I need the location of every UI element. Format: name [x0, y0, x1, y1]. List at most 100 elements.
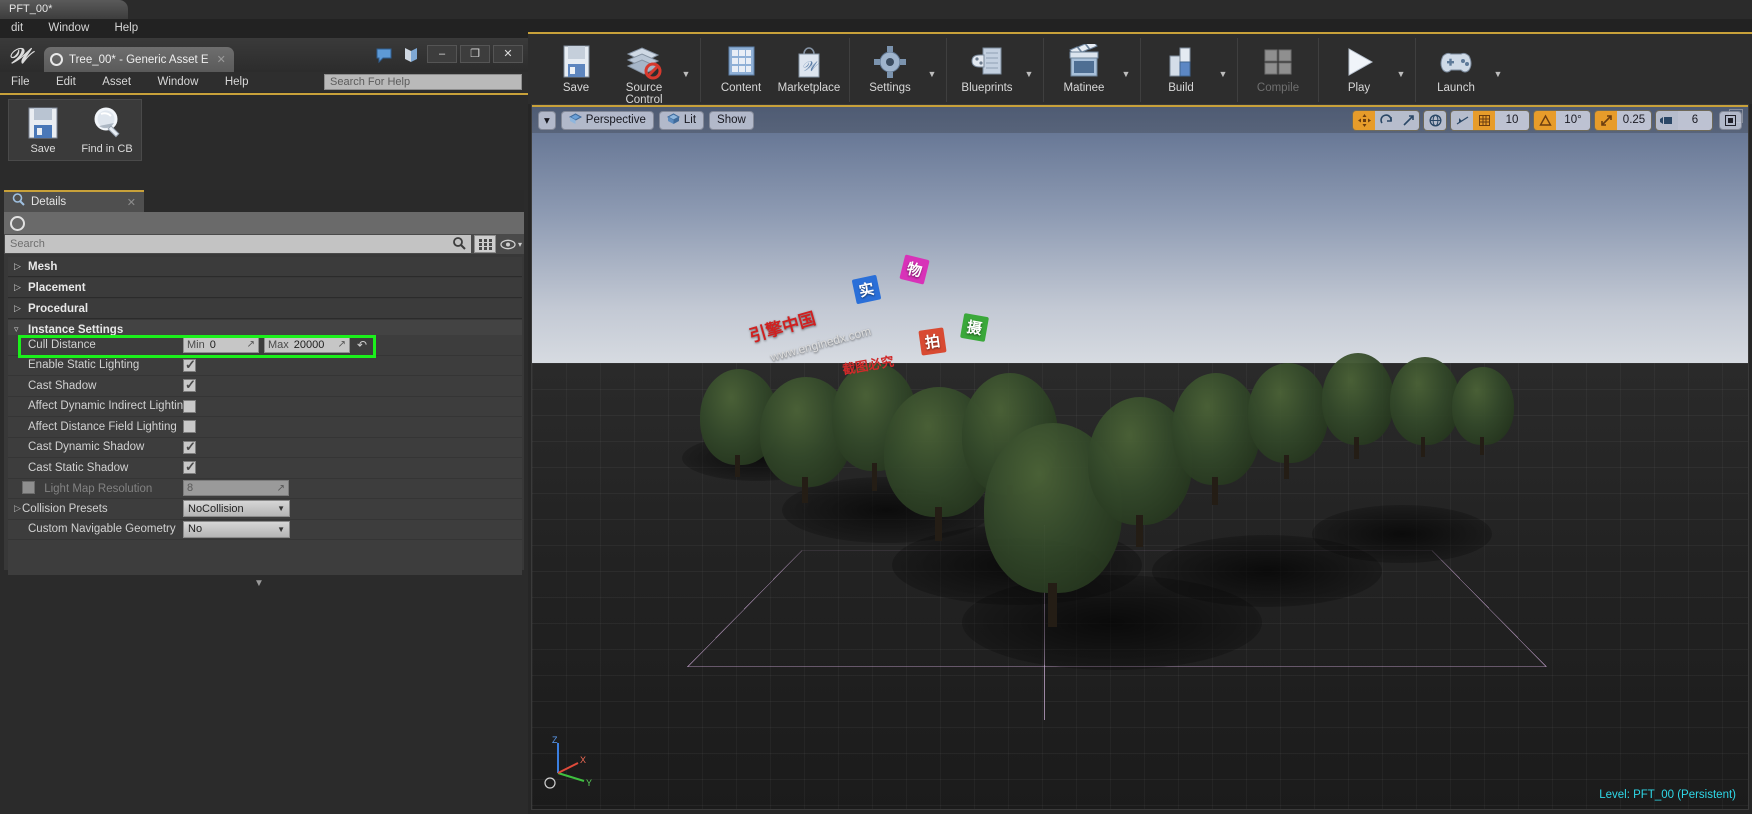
toolbar-marketplace-button[interactable]: 𝒲 Marketplace	[775, 38, 843, 94]
property-row-affect-dynamic-indirect-lighting[interactable]: Affect Dynamic Indirect Lighting	[8, 397, 522, 417]
spinner-icon[interactable]: ↗	[338, 339, 346, 350]
play-triangle-icon	[1325, 42, 1393, 82]
property-row-custom-navigable-geometry[interactable]: Custom Navigable Geometry No ▼	[8, 520, 522, 540]
asset-save-button[interactable]: Save	[15, 104, 71, 155]
coordinate-system-group	[1423, 109, 1447, 131]
matinee-chevron-down-icon[interactable]: ▼	[1118, 69, 1134, 79]
menu-edit[interactable]: Edit	[45, 72, 87, 92]
camera-speed-icon[interactable]	[1656, 110, 1678, 130]
affect-dynamic-indirect-lighting-checkbox[interactable]	[183, 399, 196, 413]
details-tab-close-icon[interactable]: ✕	[127, 196, 136, 209]
menu-asset[interactable]: Asset	[91, 72, 142, 92]
lock-circle-icon[interactable]	[10, 216, 25, 231]
scale-snap-icon[interactable]	[1595, 110, 1617, 130]
category-mesh[interactable]: ▷ Mesh	[8, 257, 522, 277]
toolbar-compile-label: Compile	[1256, 82, 1300, 94]
documentation-icon[interactable]	[402, 46, 420, 64]
close-button[interactable]: ✕	[493, 45, 523, 63]
viewport-view-mode-menu[interactable]: Lit	[658, 110, 705, 130]
minimize-button[interactable]: –	[427, 45, 457, 63]
select-move-icon[interactable]	[1353, 110, 1375, 130]
grid-snap-value[interactable]: 10	[1495, 110, 1529, 130]
toolbar-content-button[interactable]: Content	[707, 38, 775, 94]
property-row-enable-static-lighting[interactable]: Enable Static Lighting	[8, 356, 522, 376]
tree-trunk	[1048, 583, 1057, 627]
settings-chevron-down-icon[interactable]: ▼	[924, 69, 940, 79]
cast-dynamic-shadow-checkbox[interactable]	[183, 439, 196, 455]
cull-distance-max-field[interactable]: Max 20000 ↗	[264, 336, 350, 353]
help-search-input[interactable]: Search For Help	[324, 74, 522, 90]
property-row-cast-shadow[interactable]: Cast Shadow	[8, 376, 522, 397]
light-map-resolution-checkbox[interactable]	[22, 481, 35, 495]
level-viewport[interactable]: 实 物 拍 摄 引擎中国 www.enginedx.com 截图必究 Z Y X…	[531, 104, 1749, 810]
find-in-content-browser-button[interactable]: Find in CB	[79, 104, 135, 155]
property-row-light-map-resolution: Light Map Resolution 8 ↗	[8, 479, 522, 499]
rotate-icon[interactable]	[1375, 110, 1397, 130]
cast-static-shadow-checkbox[interactable]	[183, 459, 196, 475]
cull-distance-min-field[interactable]: Min 0 ↗	[183, 336, 259, 353]
grid-snap-icon[interactable]	[1473, 110, 1495, 130]
property-row-affect-distance-field-lighting[interactable]: Affect Distance Field Lighting	[8, 417, 522, 438]
affect-distance-field-lighting-checkbox[interactable]	[183, 420, 196, 434]
property-row-cast-static-shadow[interactable]: Cast Static Shadow	[8, 458, 522, 479]
os-menu-window[interactable]: Window	[37, 19, 100, 38]
maximize-viewport-icon[interactable]	[1719, 110, 1742, 130]
rotation-snap-value[interactable]: 10°	[1556, 110, 1590, 130]
os-window-tab[interactable]: PFT_00*	[0, 0, 128, 19]
maximize-button[interactable]: ❐	[460, 45, 490, 63]
viewport-camera-mode-menu[interactable]: Perspective	[560, 110, 654, 130]
property-row-cast-dynamic-shadow[interactable]: Cast Dynamic Shadow	[8, 438, 522, 458]
tree-trunk	[1136, 515, 1143, 547]
os-menu-edit[interactable]: dit	[0, 19, 34, 38]
compile-icon	[1244, 42, 1312, 82]
collision-presets-dropdown[interactable]: NoCollision ▼	[183, 500, 290, 518]
play-chevron-down-icon[interactable]: ▼	[1393, 69, 1409, 79]
toolbar-blueprints-button[interactable]: Blueprints	[953, 38, 1021, 94]
camera-speed-value[interactable]: 6	[1678, 110, 1712, 130]
chevron-right-icon[interactable]: ▷	[14, 503, 21, 514]
category-procedural[interactable]: ▷ Procedural	[8, 299, 522, 319]
toolbar-matinee-button[interactable]: Matinee	[1050, 38, 1118, 94]
tab-details[interactable]: Details ✕	[4, 190, 144, 212]
source-control-chevron-down-icon[interactable]: ▼	[678, 69, 694, 79]
eye-icon[interactable]: ▾	[498, 235, 524, 253]
property-row-collision-presets[interactable]: ▷ Collision Presets NoCollision ▼	[8, 499, 522, 520]
launch-chevron-down-icon[interactable]: ▼	[1490, 69, 1506, 79]
menu-window[interactable]: Window	[146, 72, 209, 92]
rotation-snap-icon[interactable]	[1534, 110, 1556, 130]
feedback-balloon-icon[interactable]	[375, 46, 393, 64]
grid-view-icon[interactable]	[474, 235, 496, 253]
toolbar-build-button[interactable]: Build	[1147, 38, 1215, 94]
enable-static-lighting-checkbox[interactable]	[183, 357, 196, 373]
collision-presets-label: Collision Presets	[22, 502, 108, 515]
os-menu-help[interactable]: Help	[103, 19, 149, 38]
asset-document-tab[interactable]: Tree_00* - Generic Asset E ✕	[44, 47, 234, 72]
category-placement[interactable]: ▷ Placement	[8, 278, 522, 298]
scale-snap-value[interactable]: 0.25	[1617, 110, 1651, 130]
toolbar-settings-button[interactable]: Settings	[856, 38, 924, 94]
asset-tab-close-icon[interactable]: ✕	[217, 53, 226, 66]
spinner-icon[interactable]: ↗	[247, 339, 255, 350]
toolbar-compile-button[interactable]: Compile	[1244, 38, 1312, 94]
toolbar-play-button[interactable]: Play	[1325, 38, 1393, 94]
sky-backdrop	[532, 105, 1748, 367]
custom-navigable-geometry-dropdown[interactable]: No ▼	[183, 520, 290, 538]
surface-snap-icon[interactable]	[1451, 110, 1473, 130]
world-coordinate-icon[interactable]	[1424, 110, 1446, 130]
menu-help[interactable]: Help	[214, 72, 260, 92]
revert-icon[interactable]: ↶	[355, 338, 369, 352]
scale-icon[interactable]	[1397, 110, 1419, 130]
blueprints-icon	[953, 42, 1021, 82]
blueprints-chevron-down-icon[interactable]: ▼	[1021, 69, 1037, 79]
build-chevron-down-icon[interactable]: ▼	[1215, 69, 1231, 79]
toolbar-source-control-button[interactable]: Source Control	[610, 38, 678, 106]
toolbar-save-button[interactable]: Save	[542, 38, 610, 94]
viewport-show-menu[interactable]: Show	[709, 110, 754, 130]
scroll-down-indicator-icon[interactable]: ▼	[254, 578, 264, 589]
details-search-input[interactable]: Search	[5, 235, 471, 253]
menu-file[interactable]: File	[0, 72, 41, 92]
property-row-cull-distance[interactable]: Cull Distance Min 0 ↗ Max 20000 ↗ ↶	[8, 335, 522, 358]
toolbar-launch-button[interactable]: Launch	[1422, 38, 1490, 94]
cast-shadow-checkbox[interactable]	[183, 377, 196, 393]
viewport-options-menu[interactable]: ▾	[538, 110, 556, 130]
